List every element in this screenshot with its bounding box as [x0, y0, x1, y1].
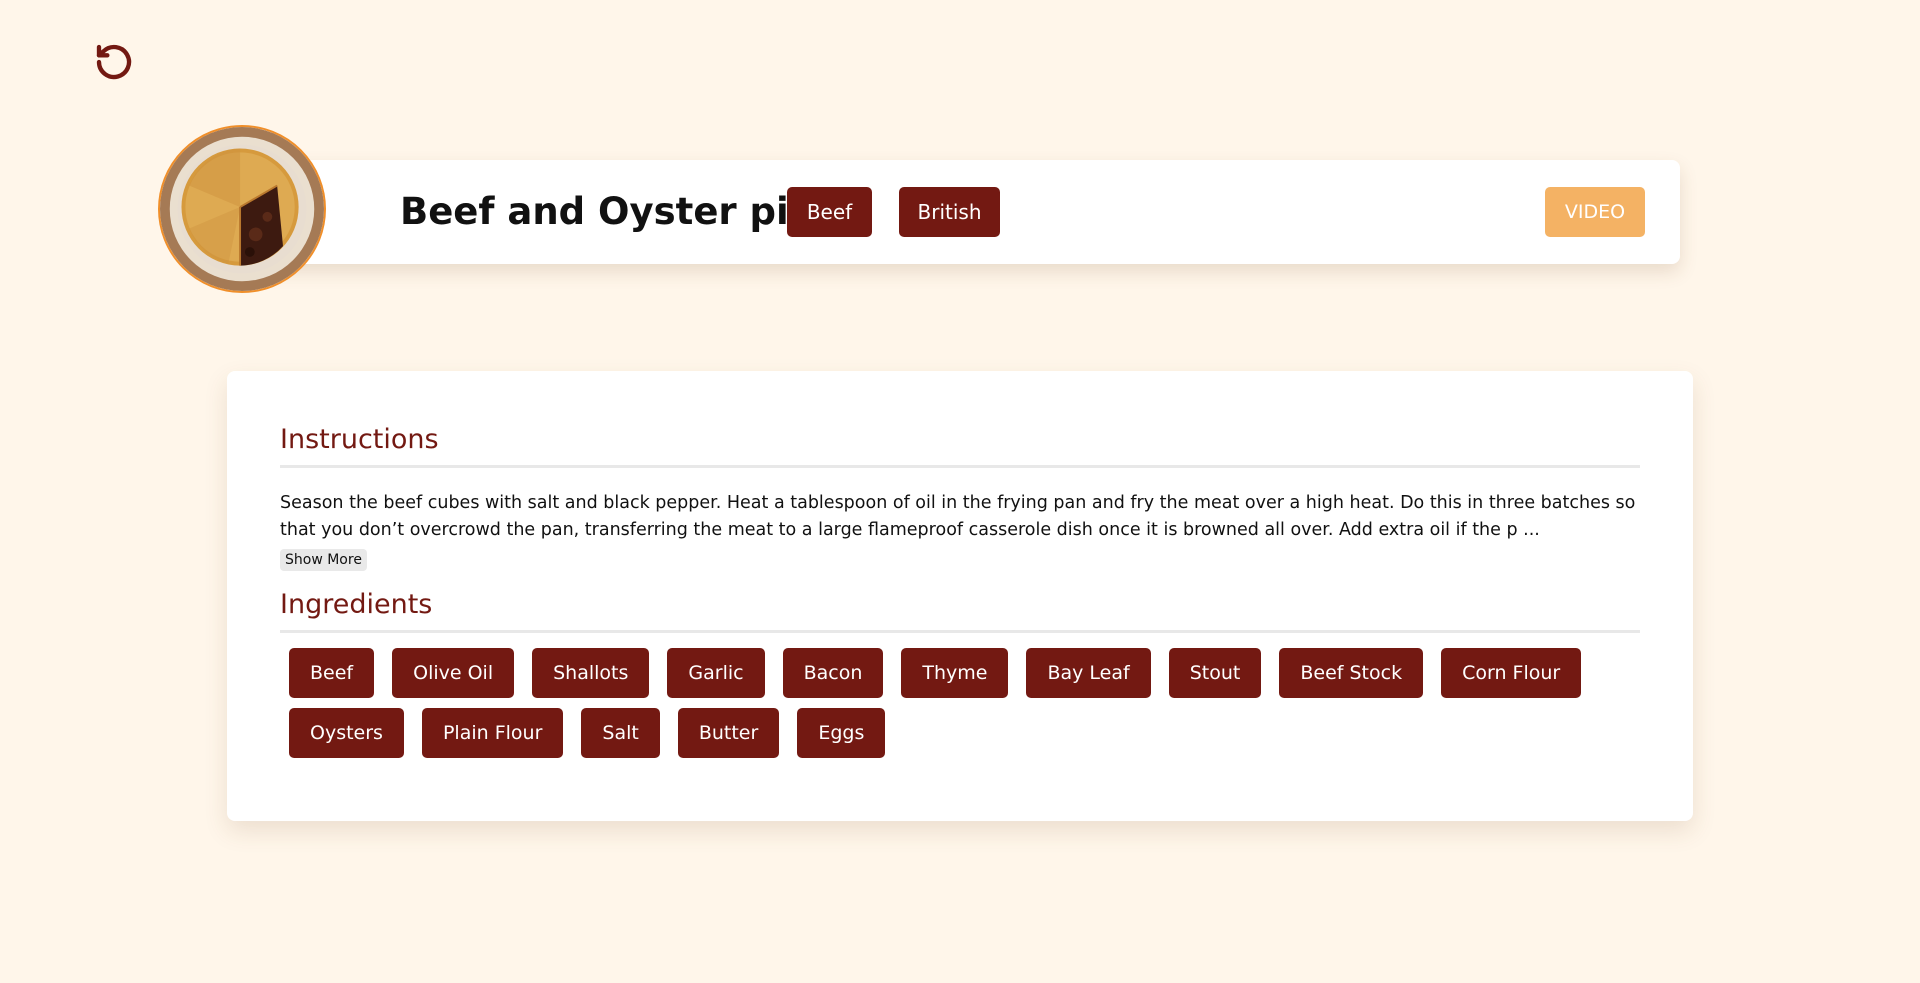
instructions-text: Season the beef cubes with salt and blac… — [280, 493, 1636, 540]
ingredient-tag[interactable]: Butter — [677, 708, 780, 758]
ingredient-tag[interactable]: Beef — [289, 648, 375, 698]
recipe-image — [158, 125, 326, 293]
area-tag[interactable]: British — [899, 187, 1000, 237]
rotate-ccw-icon — [94, 42, 134, 86]
video-button[interactable]: VIDEO — [1545, 187, 1645, 237]
ingredient-tag[interactable]: Bacon — [782, 648, 884, 698]
ingredient-tag[interactable]: Thyme — [901, 648, 1009, 698]
ingredients-list: Beef Olive Oil Shallots Garlic Bacon Thy… — [289, 648, 1619, 758]
ingredient-tag[interactable]: Eggs — [797, 708, 886, 758]
instructions-divider — [280, 465, 1640, 468]
category-tag[interactable]: Beef — [787, 187, 872, 237]
ingredient-tag[interactable]: Oysters — [289, 708, 404, 758]
ingredient-tag[interactable]: Beef Stock — [1279, 648, 1424, 698]
ingredient-tag[interactable]: Salt — [581, 708, 660, 758]
back-button[interactable] — [92, 42, 136, 86]
ingredient-tag[interactable]: Shallots — [532, 648, 650, 698]
ingredient-tag[interactable]: Stout — [1168, 648, 1262, 698]
ingredient-tag[interactable]: Garlic — [667, 648, 765, 698]
recipe-title: Beef and Oyster pie — [400, 190, 814, 233]
ingredient-tag[interactable]: Olive Oil — [392, 648, 515, 698]
ingredients-divider — [280, 630, 1640, 633]
instructions-heading: Instructions — [280, 424, 439, 455]
ingredient-tag[interactable]: Bay Leaf — [1026, 648, 1151, 698]
ingredient-tag[interactable]: Corn Flour — [1441, 648, 1582, 698]
show-more-button[interactable]: Show More — [280, 549, 367, 571]
ingredients-heading: Ingredients — [280, 589, 433, 620]
ingredient-tag[interactable]: Plain Flour — [421, 708, 564, 758]
